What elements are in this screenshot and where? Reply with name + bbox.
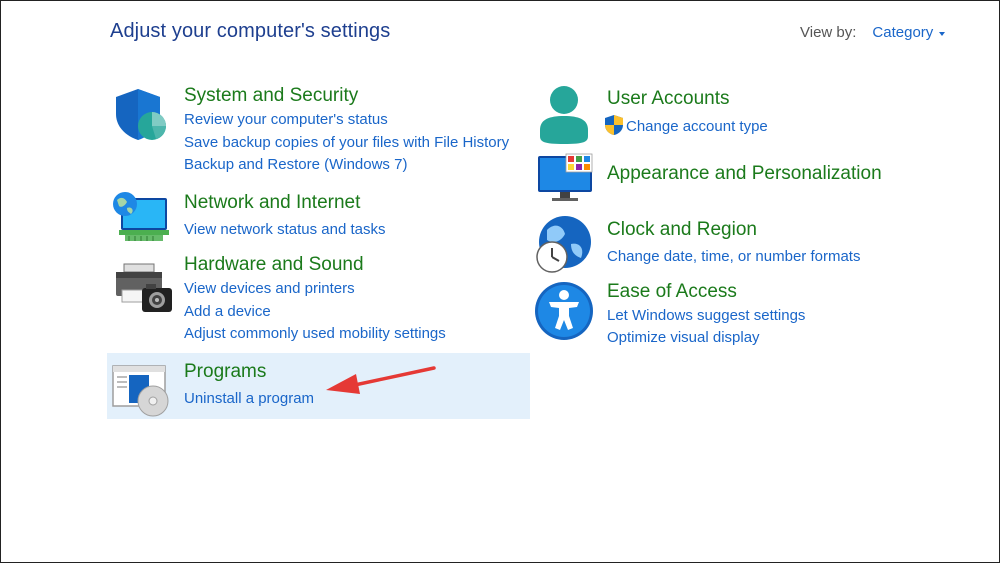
ease-of-access-title[interactable]: Ease of Access	[607, 281, 737, 303]
hardware-and-sound-title[interactable]: Hardware and Sound	[184, 254, 364, 276]
programs-title[interactable]: Programs	[184, 361, 266, 383]
shield-icon[interactable]	[112, 86, 168, 142]
view-by-label: View by:	[800, 24, 857, 41]
clock-and-region-title[interactable]: Clock and Region	[607, 219, 757, 241]
suggest-settings-link[interactable]: Let Windows suggest settings	[607, 307, 805, 324]
uninstall-program-link[interactable]: Uninstall a program	[184, 390, 314, 407]
date-time-formats-link[interactable]: Change date, time, or number formats	[607, 248, 860, 265]
network-status-link[interactable]: View network status and tasks	[184, 221, 386, 238]
add-device-link[interactable]: Add a device	[184, 303, 271, 320]
monitor-palette-icon[interactable]	[536, 152, 596, 204]
backup-restore-link[interactable]: Backup and Restore (Windows 7)	[184, 156, 407, 173]
network-and-internet-title[interactable]: Network and Internet	[184, 192, 360, 214]
annotation-arrow-icon	[326, 366, 436, 394]
devices-printers-link[interactable]: View devices and printers	[184, 280, 355, 297]
printer-camera-icon[interactable]	[114, 262, 174, 314]
uac-shield-icon	[605, 115, 623, 135]
user-accounts-title[interactable]: User Accounts	[607, 88, 730, 110]
accessibility-icon[interactable]	[533, 280, 595, 342]
file-history-link[interactable]: Save backup copies of your files with Fi…	[184, 134, 509, 151]
page-title: Adjust your computer's settings	[110, 20, 391, 42]
user-icon[interactable]	[536, 84, 592, 146]
mobility-settings-link[interactable]: Adjust commonly used mobility settings	[184, 325, 446, 342]
appearance-title[interactable]: Appearance and Personalization	[607, 163, 882, 185]
network-globe-icon[interactable]	[111, 190, 169, 246]
change-account-type-link[interactable]: Change account type	[626, 118, 768, 135]
programs-disc-icon[interactable]	[111, 364, 171, 418]
clock-globe-icon[interactable]	[533, 214, 595, 276]
system-and-security-title[interactable]: System and Security	[184, 85, 358, 107]
optimize-display-link[interactable]: Optimize visual display	[607, 329, 760, 346]
view-by-dropdown[interactable]: Category	[872, 24, 933, 41]
review-status-link[interactable]: Review your computer's status	[184, 111, 388, 128]
caret-down-icon[interactable]	[939, 31, 946, 36]
view-by: View by: Category	[800, 24, 946, 41]
